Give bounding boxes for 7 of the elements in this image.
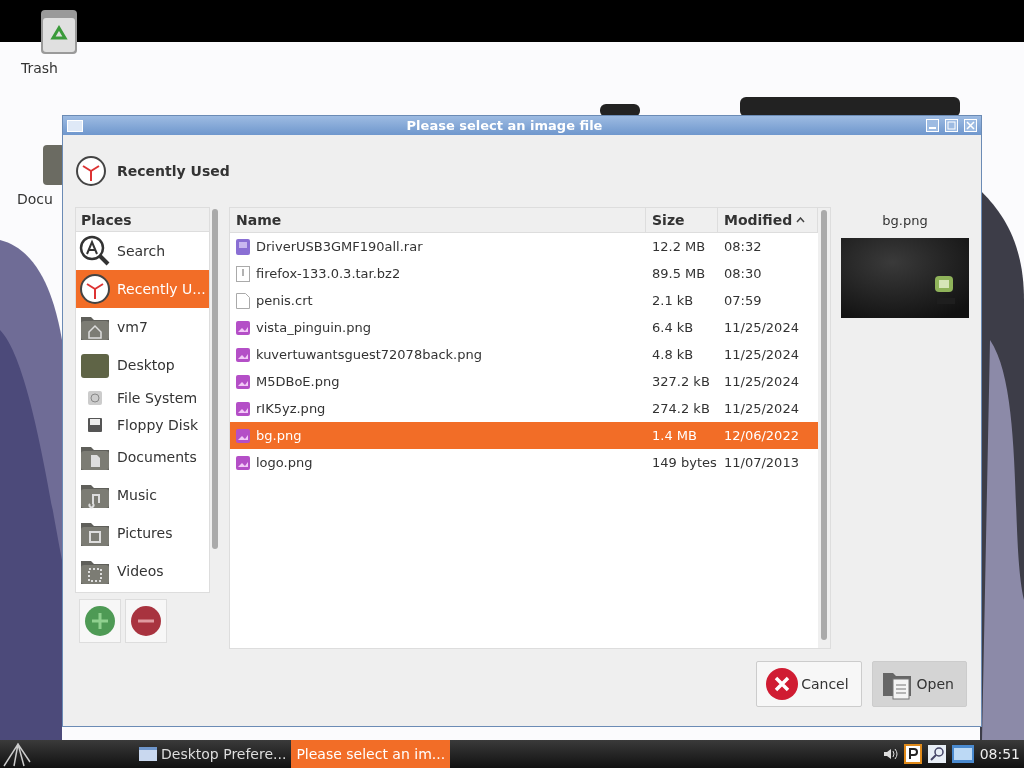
clipboard-icon[interactable] [903, 744, 922, 764]
window-icon [139, 747, 157, 761]
taskbar-task[interactable]: Desktop Prefere... [134, 740, 292, 768]
search-icon[interactable] [927, 745, 946, 763]
clock: 08:51 [979, 746, 1020, 762]
monitor-icon[interactable] [951, 745, 974, 763]
volume-icon[interactable] [881, 746, 898, 762]
